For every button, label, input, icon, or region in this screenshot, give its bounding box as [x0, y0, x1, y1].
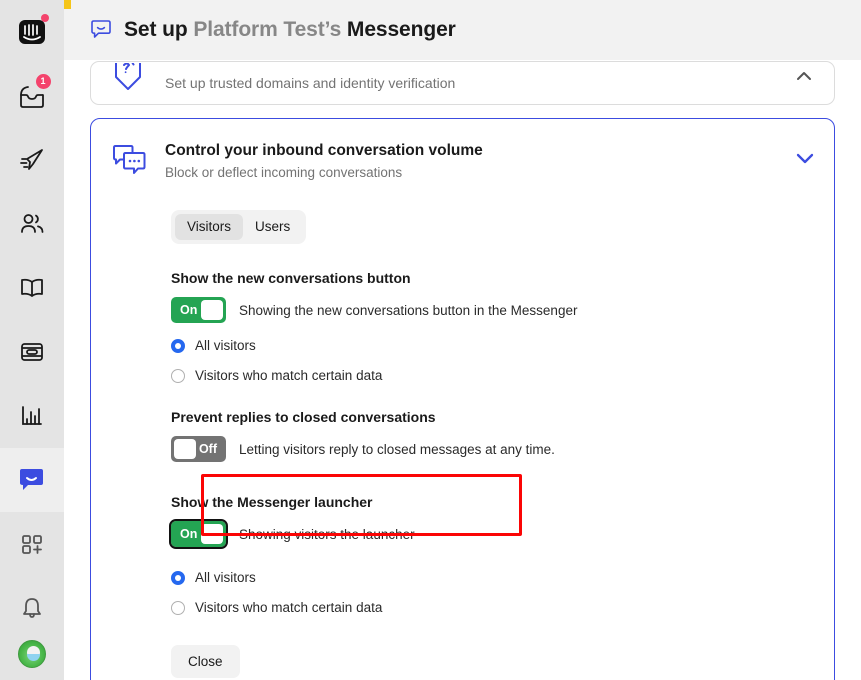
sidebar-item-apps[interactable]: [0, 512, 64, 576]
app-root: 1 Set up Platform Test’s Messenger Set u…: [0, 0, 861, 680]
bell-icon: [19, 595, 45, 621]
shield-check-icon: [111, 63, 163, 103]
radio-launcher-all-visitors[interactable]: All visitors: [171, 570, 814, 585]
sidebar-item-messenger[interactable]: [0, 448, 64, 512]
book-icon: [17, 275, 47, 301]
inbound-volume-card: Control your inbound conversation volume…: [90, 118, 835, 680]
bar-chart-icon: [18, 403, 46, 429]
toggle-knob: [201, 524, 223, 544]
left-nav-sidebar: 1: [0, 0, 64, 680]
radio-indicator: [171, 600, 185, 615]
section-title: Show the Messenger launcher: [171, 494, 373, 510]
chevron-up-icon[interactable]: [796, 68, 812, 86]
radio-label: Visitors who match certain data: [195, 600, 383, 615]
inbox-unread-badge: 1: [35, 74, 51, 89]
sidebar-item-reports[interactable]: [0, 384, 64, 448]
page-title-suffix: Messenger: [341, 17, 456, 41]
sidebar-item-intercom-logo[interactable]: [0, 0, 64, 64]
messenger-bubble-icon: [18, 467, 45, 494]
page-title: Set up Platform Test’s Messenger: [124, 18, 456, 42]
toggle-row: Off Letting visitors reply to closed mes…: [171, 436, 814, 462]
tab-users[interactable]: Users: [243, 214, 302, 240]
sidebar-bottom-zone: [0, 512, 64, 680]
toggle-row: On Showing the new conversations button …: [171, 297, 814, 323]
card-icon: [18, 339, 46, 365]
new-conversations-button-toggle[interactable]: On: [171, 297, 226, 323]
section-title: Show the new conversations button: [171, 270, 411, 286]
page-title-workspace: Platform Test’s: [193, 17, 342, 41]
yellow-edge-marker: [64, 0, 71, 9]
tab-visitors[interactable]: Visitors: [175, 214, 244, 240]
radio-label: All visitors: [195, 338, 256, 353]
sidebar-item-knowledge[interactable]: [0, 256, 64, 320]
toggle-state-label: Off: [198, 442, 217, 456]
radio-launcher-match-data[interactable]: Visitors who match certain data: [171, 600, 814, 615]
radio-indicator: [171, 338, 185, 353]
paper-plane-icon: [18, 146, 46, 174]
audience-tabs: Visitors Users: [171, 210, 307, 244]
trusted-domains-label: Set up trusted domains and identity veri…: [165, 75, 456, 91]
toggle-state-label: On: [180, 303, 198, 317]
toggle-knob: [201, 300, 223, 320]
section-messenger-launcher: Show the Messenger launcher On Showing v…: [169, 494, 814, 615]
radio-label: Visitors who match certain data: [195, 368, 383, 383]
sidebar-item-outbound[interactable]: [0, 128, 64, 192]
toggle-row: On Showing visitors the launcher: [169, 519, 814, 549]
toggle-description: Letting visitors reply to closed message…: [239, 441, 555, 457]
close-button[interactable]: Close: [171, 645, 240, 678]
toggle-description: Showing visitors the launcher: [239, 526, 415, 542]
toggle-knob: [174, 439, 196, 459]
sidebar-messenger-zone: [0, 448, 64, 512]
toggle-state-label: On: [180, 527, 198, 541]
inbound-volume-card-header[interactable]: Control your inbound conversation volume…: [91, 119, 834, 186]
page-header: Set up Platform Test’s Messenger: [64, 0, 861, 60]
section-title: Prevent replies to closed conversations: [171, 409, 436, 425]
toggle-description: Showing the new conversations button in …: [239, 302, 578, 318]
settings-content: Set up trusted domains and identity veri…: [64, 61, 861, 680]
apps-plus-icon: [18, 531, 46, 557]
intercom-logo-icon: [17, 17, 47, 47]
radio-indicator: [171, 570, 185, 585]
avatar: [17, 640, 46, 668]
sidebar-item-articles[interactable]: [0, 320, 64, 384]
inbound-volume-subtitle: Block or deflect incoming conversations: [165, 165, 403, 180]
sidebar-top-zone: 1: [0, 0, 64, 448]
trusted-domains-card[interactable]: Set up trusted domains and identity veri…: [90, 61, 835, 105]
messenger-launcher-toggle[interactable]: On: [169, 519, 228, 549]
radio-indicator: [171, 368, 185, 383]
radio-all-visitors[interactable]: All visitors: [171, 338, 814, 353]
inbound-volume-card-texts: Control your inbound conversation volume…: [163, 141, 483, 182]
people-icon: [17, 210, 47, 238]
section-new-conversations-button: Show the new conversations button On Sho…: [171, 270, 814, 383]
logo-notification-dot: [40, 14, 49, 22]
sidebar-item-notifications[interactable]: [0, 576, 64, 640]
chevron-down-icon[interactable]: [796, 151, 814, 169]
radio-match-data[interactable]: Visitors who match certain data: [171, 368, 814, 383]
inbound-volume-card-body: Visitors Users Show the new conversation…: [91, 186, 834, 678]
sidebar-item-contacts[interactable]: [0, 192, 64, 256]
messenger-outline-icon: [90, 19, 112, 41]
page-title-prefix: Set up: [124, 17, 194, 41]
sidebar-item-inbox[interactable]: 1: [0, 64, 64, 128]
conversation-bubbles-icon: [111, 141, 163, 186]
inbound-volume-title: Control your inbound conversation volume: [165, 142, 483, 159]
sidebar-item-profile[interactable]: [0, 640, 64, 680]
prevent-replies-toggle[interactable]: Off: [171, 436, 226, 462]
radio-label: All visitors: [195, 570, 256, 585]
section-prevent-replies: Prevent replies to closed conversations …: [171, 409, 814, 462]
main-panel: Set up Platform Test’s Messenger Set up …: [64, 0, 861, 680]
